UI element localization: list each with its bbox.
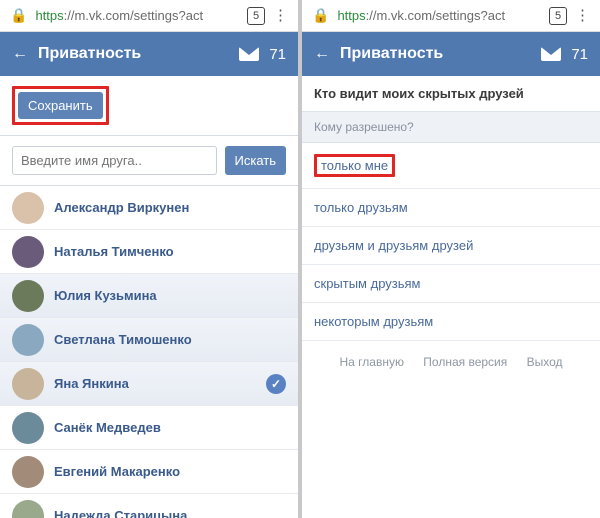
- privacy-option[interactable]: скрытым друзьям: [302, 265, 600, 303]
- page-header: ← Приватность 71: [0, 32, 298, 76]
- highlight-save: Сохранить: [12, 86, 109, 125]
- avatar: [12, 280, 44, 312]
- lock-icon: 🔒: [312, 7, 329, 24]
- friend-row[interactable]: Юлия Кузьмина: [0, 274, 298, 318]
- avatar: [12, 412, 44, 444]
- section-title: Кто видит моих скрытых друзей: [302, 76, 600, 111]
- pane-right: 🔒 https://m.vk.com/settings?act 5 ⋮ ← Пр…: [300, 0, 600, 518]
- pane-left: 🔒 https://m.vk.com/settings?act 5 ⋮ ← Пр…: [0, 0, 300, 518]
- friend-name: Санёк Медведев: [54, 420, 286, 435]
- mail-badge: 71: [269, 46, 286, 63]
- friend-name: Юлия Кузьмина: [54, 288, 286, 303]
- mail-icon[interactable]: [239, 47, 259, 61]
- check-icon: ✓: [266, 374, 286, 394]
- page-header: ← Приватность 71: [302, 32, 600, 76]
- page-title: Приватность: [38, 45, 229, 63]
- search-button[interactable]: Искать: [225, 146, 287, 175]
- tab-count[interactable]: 5: [549, 7, 567, 25]
- url-text[interactable]: https://m.vk.com/settings?act: [337, 8, 541, 23]
- friend-row[interactable]: Санёк Медведев: [0, 406, 298, 450]
- address-bar: 🔒 https://m.vk.com/settings?act 5 ⋮: [0, 0, 298, 32]
- save-button[interactable]: Сохранить: [18, 92, 103, 119]
- privacy-option[interactable]: некоторым друзьям: [302, 303, 600, 341]
- mail-badge: 71: [571, 46, 588, 63]
- privacy-option[interactable]: друзьям и друзьям друзей: [302, 227, 600, 265]
- avatar: [12, 192, 44, 224]
- url-text[interactable]: https://m.vk.com/settings?act: [35, 8, 239, 23]
- footer-home-link[interactable]: На главную: [339, 355, 403, 369]
- friend-row[interactable]: Наталья Тимченко: [0, 230, 298, 274]
- footer-exit-link[interactable]: Выход: [527, 355, 563, 369]
- menu-icon[interactable]: ⋮: [273, 8, 288, 23]
- privacy-option[interactable]: только мне: [302, 143, 600, 189]
- avatar: [12, 324, 44, 356]
- friend-row[interactable]: Евгений Макаренко: [0, 450, 298, 494]
- section-subtitle: Кому разрешено?: [302, 111, 600, 143]
- mail-icon[interactable]: [541, 47, 561, 61]
- save-bar: Сохранить: [0, 76, 298, 136]
- address-bar: 🔒 https://m.vk.com/settings?act 5 ⋮: [302, 0, 600, 32]
- friend-name: Яна Янкина: [54, 376, 256, 391]
- friend-search-input[interactable]: [12, 146, 217, 175]
- friend-row[interactable]: Яна Янкина ✓: [0, 362, 298, 406]
- footer-links: На главную Полная версия Выход: [302, 341, 600, 369]
- friend-name: Наталья Тимченко: [54, 244, 286, 259]
- footer-full-link[interactable]: Полная версия: [423, 355, 507, 369]
- friend-list[interactable]: Александр Виркунен Наталья Тимченко Юлия К…: [0, 186, 298, 518]
- menu-icon[interactable]: ⋮: [575, 8, 590, 23]
- avatar: [12, 368, 44, 400]
- page-title: Приватность: [340, 45, 531, 63]
- friend-name: Александр Виркунен: [54, 200, 286, 215]
- back-icon[interactable]: ←: [12, 45, 28, 63]
- friend-row[interactable]: Светлана Тимошенко: [0, 318, 298, 362]
- friend-name: Светлана Тимошенко: [54, 332, 286, 347]
- friend-row[interactable]: Надежда Старицына: [0, 494, 298, 518]
- friend-name: Надежда Старицына: [54, 508, 286, 518]
- option-list: только мне только друзьямдрузьям и друзья…: [302, 143, 600, 341]
- tab-count[interactable]: 5: [247, 7, 265, 25]
- friend-name: Евгений Макаренко: [54, 464, 286, 479]
- back-icon[interactable]: ←: [314, 45, 330, 63]
- highlight-option: только мне: [314, 154, 395, 177]
- lock-icon: 🔒: [10, 7, 27, 24]
- search-row: Искать: [0, 136, 298, 186]
- option-label: только мне: [321, 158, 388, 173]
- avatar: [12, 500, 44, 518]
- avatar: [12, 236, 44, 268]
- friend-row[interactable]: Александр Виркунен: [0, 186, 298, 230]
- avatar: [12, 456, 44, 488]
- privacy-option[interactable]: только друзьям: [302, 189, 600, 227]
